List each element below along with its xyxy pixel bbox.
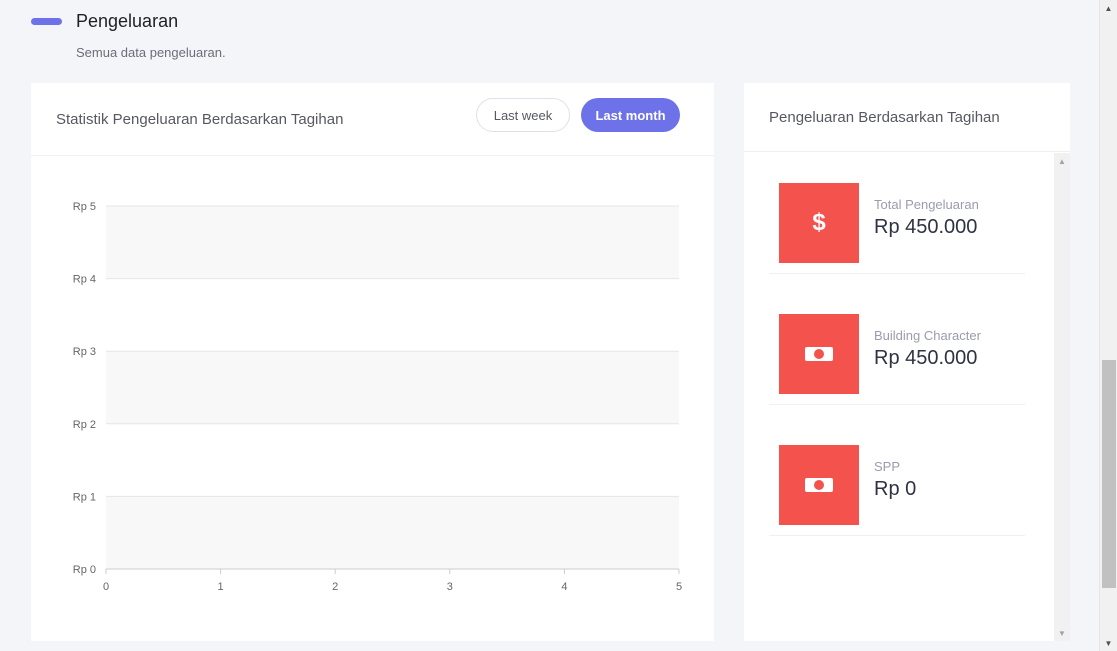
dollar-icon: $ (779, 183, 859, 263)
y-tick-label: Rp 0 (73, 564, 96, 576)
scroll-up-icon[interactable]: ▲ (1054, 153, 1070, 169)
y-tick-label: Rp 3 (73, 346, 96, 358)
y-tick-label: Rp 4 (73, 274, 96, 286)
page-subtitle: Semua data pengeluaran. (76, 45, 226, 60)
money-bill-icon (779, 445, 859, 525)
stats-card-title: Pengeluaran Berdasarkan Tagihan (769, 109, 1000, 126)
x-tick-label: 4 (561, 581, 567, 593)
grid-band (106, 351, 679, 424)
chart-area: Rp 0 Rp 1 Rp 2 Rp 3 Rp 4 Rp 5 0 1 2 3 4 5 (31, 156, 714, 641)
x-tick-label: 3 (447, 581, 453, 593)
y-tick-label: Rp 1 (73, 491, 96, 503)
last-week-button[interactable]: Last week (476, 98, 570, 132)
expense-chart: Rp 0 Rp 1 Rp 2 Rp 3 Rp 4 Rp 5 0 1 2 3 4 5 (73, 201, 682, 593)
scrollbar-thumb[interactable] (1102, 360, 1116, 588)
scroll-down-icon[interactable]: ▼ (1054, 625, 1070, 641)
stat-label: SPP (874, 459, 901, 474)
stats-list: $ Total Pengeluaran Rp 450.000 Building … (744, 152, 1054, 641)
stat-item-total: $ Total Pengeluaran Rp 450.000 (769, 152, 1025, 274)
stats-card: Pengeluaran Berdasarkan Tagihan $ Total … (744, 83, 1070, 641)
grid-band (106, 496, 679, 569)
grid-band (106, 206, 679, 279)
stat-value: Rp 450.000 (874, 216, 978, 238)
x-tick-label: 5 (676, 581, 682, 593)
stat-label: Total Pengeluaran (874, 197, 979, 212)
x-tick-label: 0 (103, 581, 109, 593)
y-tick-label: Rp 5 (73, 201, 96, 213)
chart-card-title: Statistik Pengeluaran Berdasarkan Tagiha… (56, 111, 344, 128)
stat-value: Rp 450.000 (874, 347, 978, 369)
x-tick-label: 2 (332, 581, 338, 593)
last-month-button[interactable]: Last month (581, 98, 680, 132)
money-bill-icon (779, 314, 859, 394)
scroll-down-icon[interactable]: ▼ (1100, 635, 1117, 651)
stats-scrollbar[interactable]: ▲ ▼ (1054, 153, 1070, 641)
scroll-up-icon[interactable]: ▲ (1100, 0, 1117, 16)
stat-label: Building Character (874, 328, 981, 343)
page-title: Pengeluaran (76, 11, 179, 31)
stat-value: Rp 0 (874, 478, 917, 500)
page-scrollbar[interactable]: ▲ ▼ (1099, 0, 1117, 651)
chart-card: Statistik Pengeluaran Berdasarkan Tagiha… (31, 83, 714, 641)
x-tick-label: 1 (218, 581, 224, 593)
stat-item-building-character: Building Character Rp 450.000 (769, 283, 1025, 405)
chart-card-header: Statistik Pengeluaran Berdasarkan Tagiha… (31, 83, 714, 156)
stats-card-header: Pengeluaran Berdasarkan Tagihan (744, 83, 1070, 152)
stat-item-spp: SPP Rp 0 (769, 414, 1025, 536)
title-accent-bar (31, 18, 62, 25)
y-tick-label: Rp 2 (73, 419, 96, 431)
